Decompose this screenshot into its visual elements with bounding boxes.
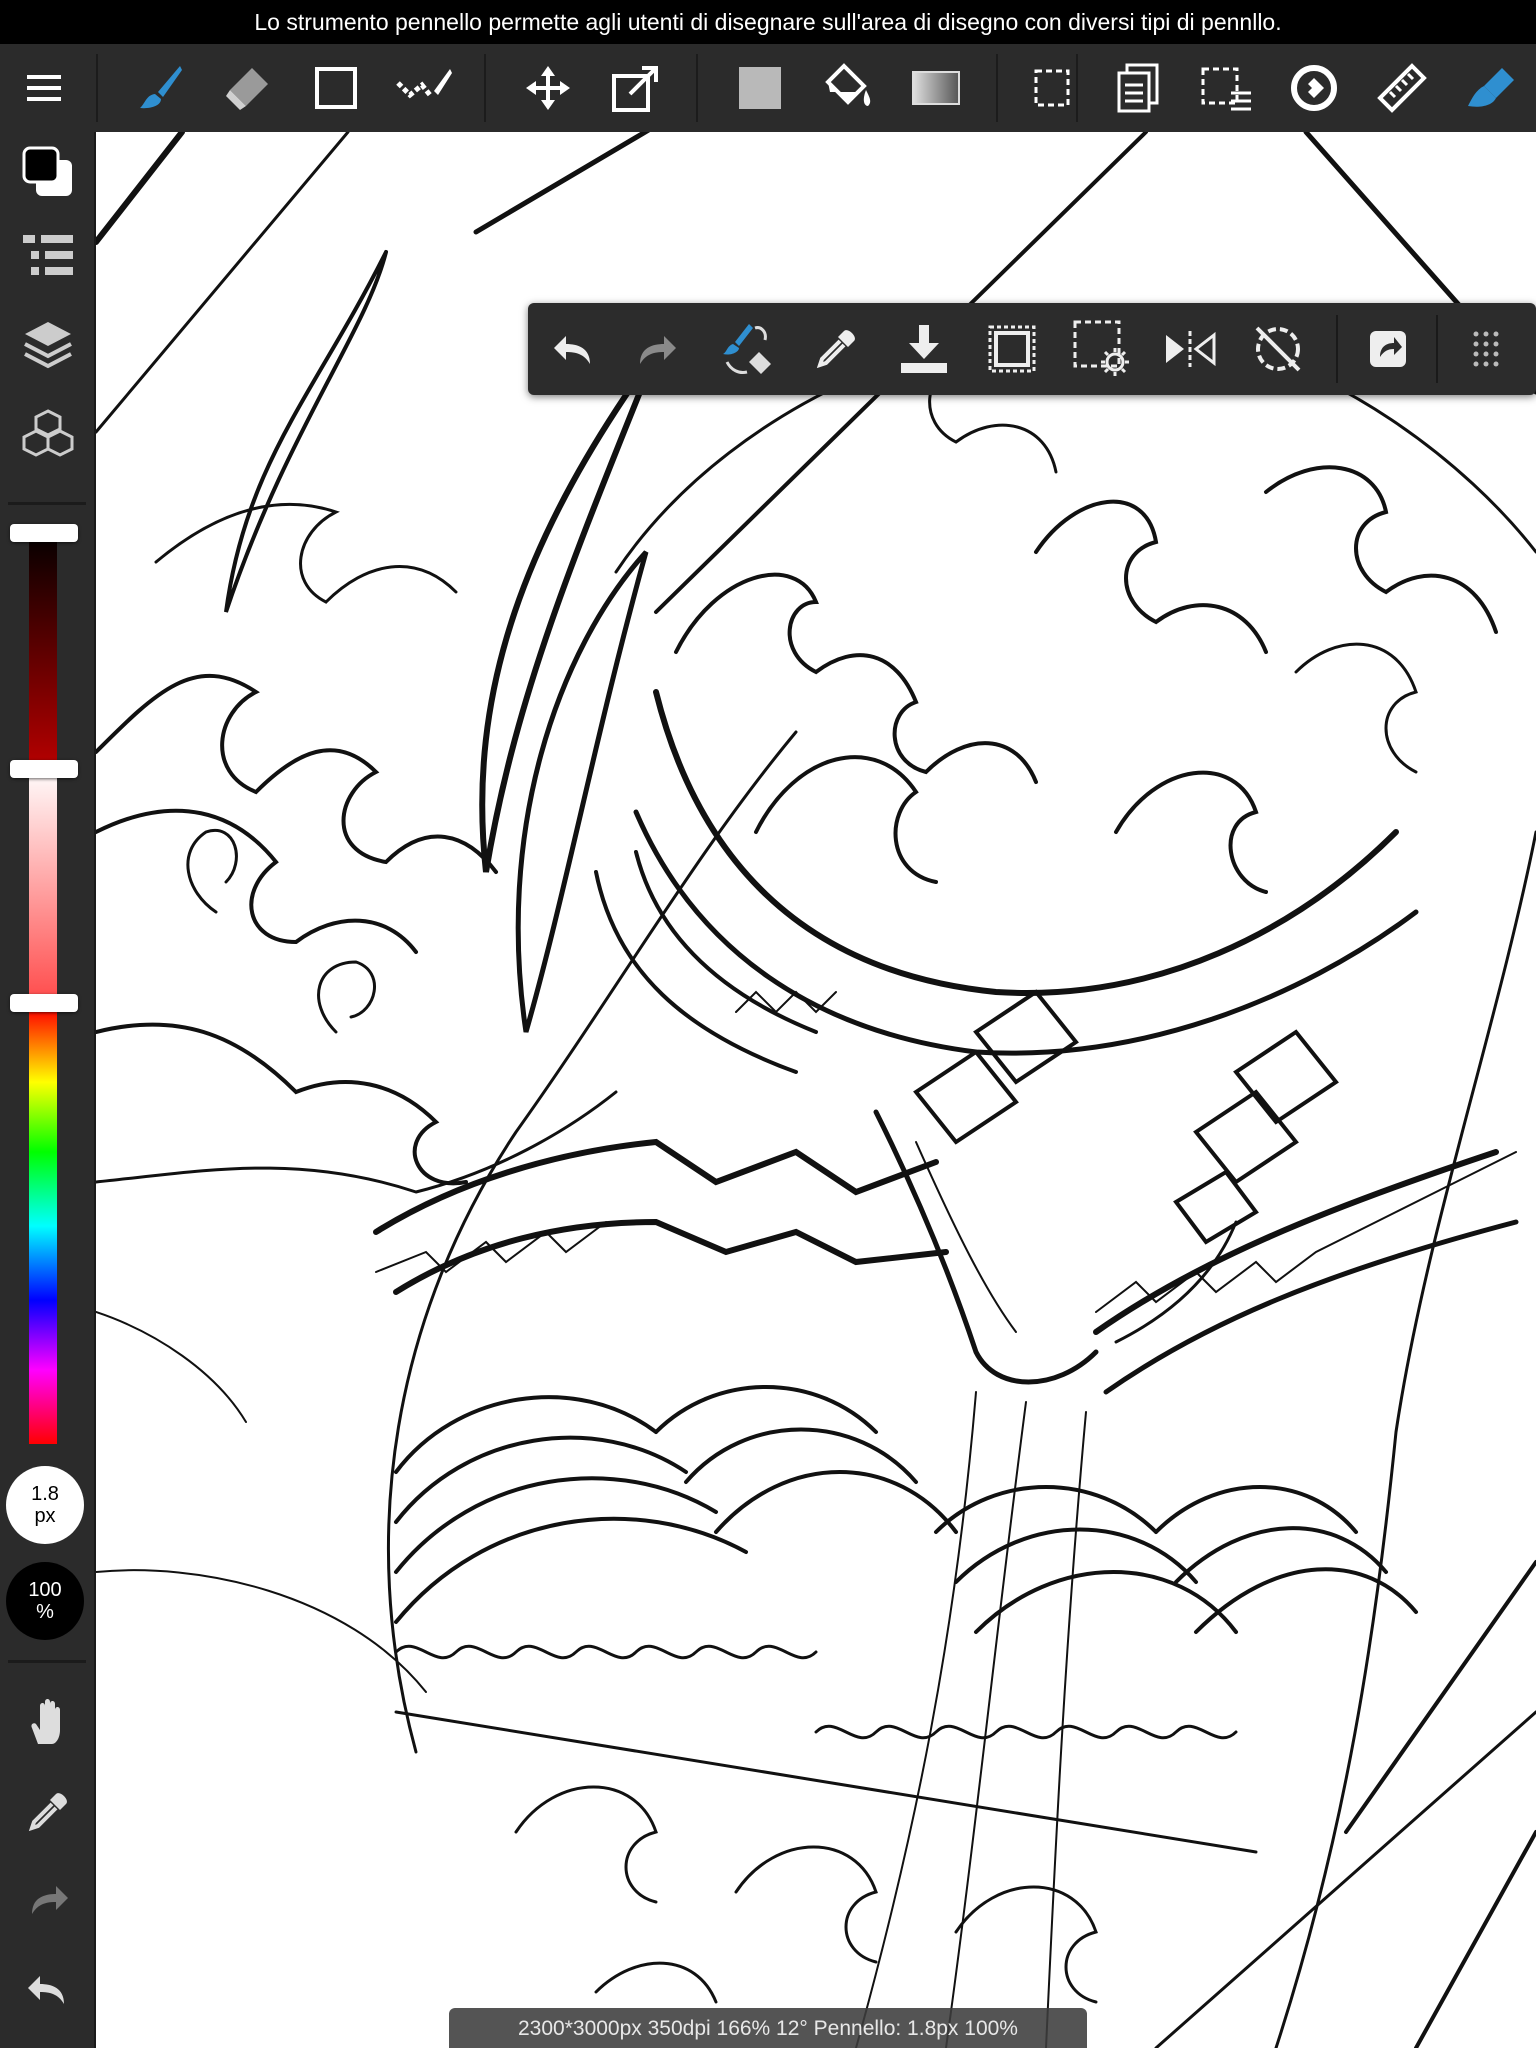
caption-bar: Lo strumento pennello permette agli uten… <box>0 0 1536 44</box>
toolbar-divider <box>1336 315 1338 383</box>
brush-icon[interactable] <box>122 44 198 132</box>
toolbar-divider <box>996 54 998 122</box>
undo-icon[interactable] <box>0 1950 96 2030</box>
brush-settings-icon[interactable] <box>1452 44 1528 132</box>
select-icon[interactable] <box>1014 44 1090 132</box>
selection-settings-icon[interactable] <box>1062 303 1142 395</box>
left-sidebar: 1.8 px 100 % <box>0 132 96 2048</box>
save-icon[interactable] <box>884 303 964 395</box>
transform-icon[interactable] <box>598 44 674 132</box>
brush-eraser-switch-icon[interactable] <box>708 303 788 395</box>
hue-track <box>29 1008 57 1444</box>
saturation-thumb[interactable] <box>10 760 78 778</box>
frame-icon[interactable] <box>972 303 1052 395</box>
hue-slider[interactable] <box>29 1008 57 1444</box>
layers-icon[interactable] <box>0 304 96 384</box>
caption-text: Lo strumento pennello permette agli uten… <box>254 9 1282 35</box>
flip-icon[interactable] <box>1150 303 1230 395</box>
rectangle-icon[interactable] <box>298 44 374 132</box>
eyedropper-icon[interactable] <box>0 1772 96 1852</box>
drawing-canvas[interactable] <box>96 132 1536 2048</box>
brush-opacity-value: 100 <box>28 1579 62 1601</box>
redo-icon[interactable] <box>0 1860 96 1940</box>
top-toolbar <box>0 44 1536 132</box>
rotation-reset-icon[interactable] <box>1238 303 1318 395</box>
status-text: 2300*3000px 350dpi 166% 12° Pennello: 1.… <box>518 2017 1018 2040</box>
toolbar-divider <box>96 54 98 122</box>
quick-toolbar <box>528 303 1536 395</box>
bucket-icon[interactable] <box>810 44 886 132</box>
redo-icon[interactable] <box>618 303 698 395</box>
toolbar-divider <box>484 54 486 122</box>
smudge-icon[interactable] <box>386 44 462 132</box>
fill-color-icon[interactable] <box>722 44 798 132</box>
move-icon[interactable] <box>510 44 586 132</box>
undo-icon[interactable] <box>532 303 612 395</box>
copy-icon[interactable] <box>1100 44 1176 132</box>
eraser-icon[interactable] <box>210 44 286 132</box>
color-swatches[interactable] <box>0 132 96 212</box>
brush-size-button[interactable]: 1.8 px <box>6 1466 84 1544</box>
toolbar-divider <box>1076 54 1078 122</box>
toolbar-divider <box>696 54 698 122</box>
layer-list-icon[interactable] <box>0 216 96 296</box>
brightness-thumb[interactable] <box>10 524 78 542</box>
toolbar-divider <box>1436 315 1438 383</box>
hand-icon[interactable] <box>0 1682 96 1762</box>
gradient-icon[interactable] <box>898 44 974 132</box>
menu-icon[interactable] <box>6 44 82 132</box>
brush-size-value: 1.8 <box>31 1483 59 1505</box>
share-icon[interactable] <box>1348 303 1428 395</box>
sidebar-divider <box>8 1660 86 1663</box>
select-menu-icon[interactable] <box>1188 44 1264 132</box>
brush-opacity-unit: % <box>36 1601 54 1623</box>
eyedropper-icon[interactable] <box>796 303 876 395</box>
grip-icon[interactable] <box>1446 303 1526 395</box>
status-bar: 2300*3000px 350dpi 166% 12° Pennello: 1.… <box>449 2008 1087 2048</box>
hue-thumb[interactable] <box>10 994 78 1012</box>
snap-icon[interactable] <box>1276 44 1352 132</box>
brush-size-unit: px <box>34 1505 56 1527</box>
brush-opacity-button[interactable]: 100 % <box>6 1562 84 1640</box>
ruler-icon[interactable] <box>1364 44 1440 132</box>
sidebar-divider <box>8 502 86 505</box>
materials-icon[interactable] <box>0 394 96 474</box>
